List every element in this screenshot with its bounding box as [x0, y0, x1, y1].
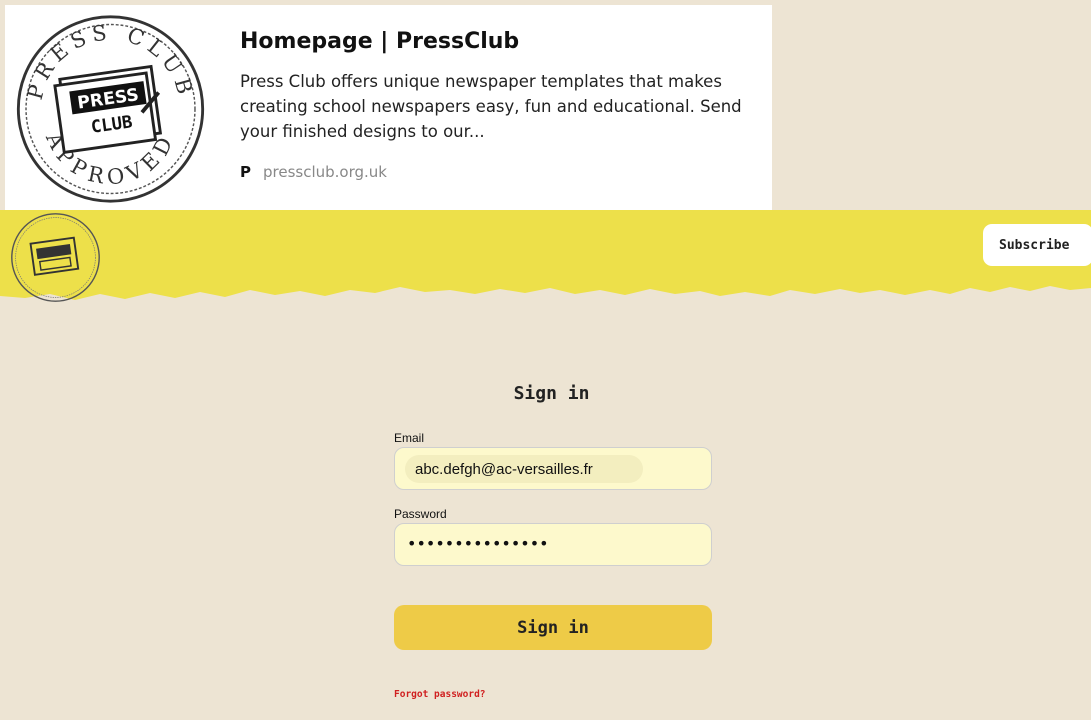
signin-heading: Sign in [513, 383, 590, 404]
preview-domain-row[interactable]: P pressclub.org.uk [240, 163, 387, 181]
signin-button[interactable]: Sign in [394, 605, 712, 650]
password-field[interactable]: ••••••••••••••• [394, 523, 712, 566]
email-label: Email [394, 431, 425, 445]
header-torn-paper-band [0, 210, 1091, 300]
preview-domain: pressclub.org.uk [263, 163, 387, 181]
email-field[interactable]: abc.defgh@ac-versailles.fr [394, 447, 712, 490]
site-header [0, 210, 1091, 310]
preview-title[interactable]: Homepage | PressClub [240, 29, 519, 54]
header-logo[interactable] [3, 210, 108, 305]
email-value: abc.defgh@ac-versailles.fr [405, 455, 643, 483]
preview-description: Press Club offers unique newspaper templ… [240, 72, 742, 141]
press-club-seal-logo: PRESS CLUB APPROVED PRESS CLUB [16, 15, 205, 203]
link-preview-card[interactable]: PRESS CLUB APPROVED PRESS CLUB Homepage … [5, 5, 772, 210]
password-value: ••••••••••••••• [407, 534, 549, 553]
password-label: Password [394, 507, 447, 521]
forgot-password-link[interactable]: Forgot password? [394, 689, 486, 700]
subscribe-button[interactable]: Subscribe [983, 224, 1091, 266]
site-favicon-icon: P [240, 163, 251, 181]
